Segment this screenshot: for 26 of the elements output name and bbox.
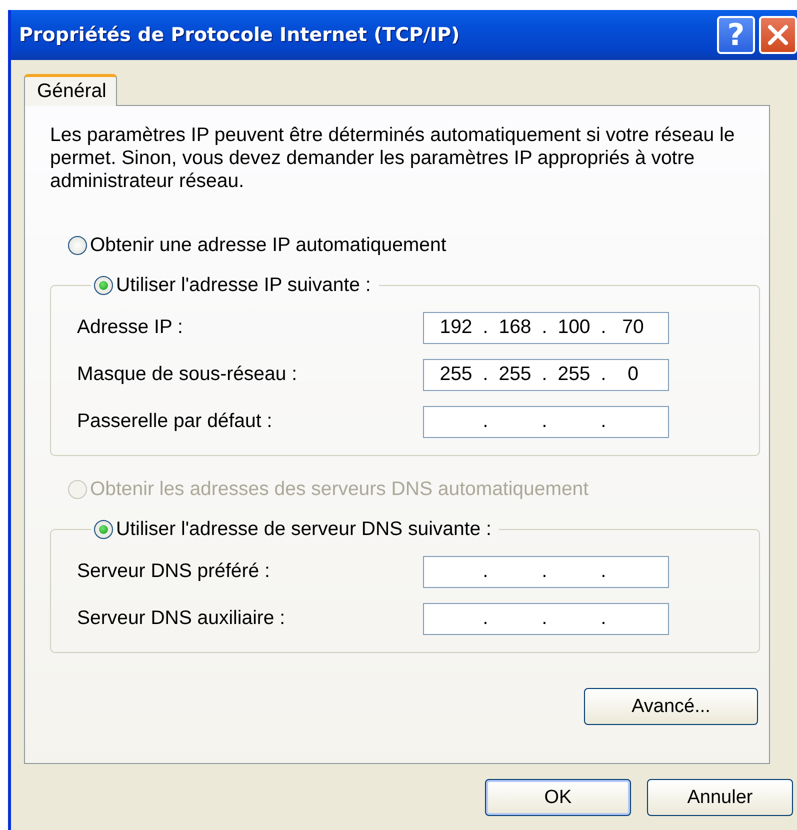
radio-button[interactable] [94, 276, 113, 294]
radio-label: Obtenir une adresse IP automatiquement [90, 234, 446, 256]
close-icon [765, 22, 791, 48]
field-label: Adresse IP : [77, 316, 183, 339]
ok-button[interactable]: OK [485, 779, 631, 816]
cancel-button[interactable]: Annuler [647, 779, 793, 816]
ip-address-field[interactable]: . . . [423, 406, 669, 438]
field-label: Passerelle par défaut : [77, 410, 272, 433]
close-button[interactable] [759, 16, 797, 54]
radio-label: Obtenir les adresses des serveurs DNS automatiquement [90, 478, 589, 500]
ip-address-field[interactable]: . . . [423, 556, 669, 588]
field-label: Masque de sous-réseau : [77, 363, 298, 386]
tab[interactable]: Général [24, 74, 118, 106]
window-title: Propriétés de Protocole Internet (TCP/IP) [19, 24, 460, 46]
ip-address-field[interactable]: 192 . 168 . 100 . 70 [423, 312, 669, 344]
ip-address-field[interactable]: 255 . 255 . 255 . 0 [423, 358, 669, 390]
field-label: Serveur DNS auxiliaire : [77, 607, 286, 630]
ip-address-field[interactable]: . . . [423, 602, 669, 634]
radio-label: Utiliser l'adresse IP suivante : [116, 274, 371, 296]
help-button[interactable]: ? [717, 16, 755, 54]
advanced-button[interactable]: Avancé... [584, 688, 758, 725]
radio-label: Utiliser l'adresse de serveur DNS suivante : [116, 518, 492, 540]
field-label: Serveur DNS préféré : [77, 560, 270, 583]
radio-button[interactable] [68, 236, 87, 254]
radio-button[interactable] [94, 520, 113, 538]
description-text: Les paramètres IP peuvent être déterminés automatiquement si votre réseau le permet. Sinon, vous devez demander les paramètres IP appropriés à votre administrateur réseau. [50, 124, 736, 193]
